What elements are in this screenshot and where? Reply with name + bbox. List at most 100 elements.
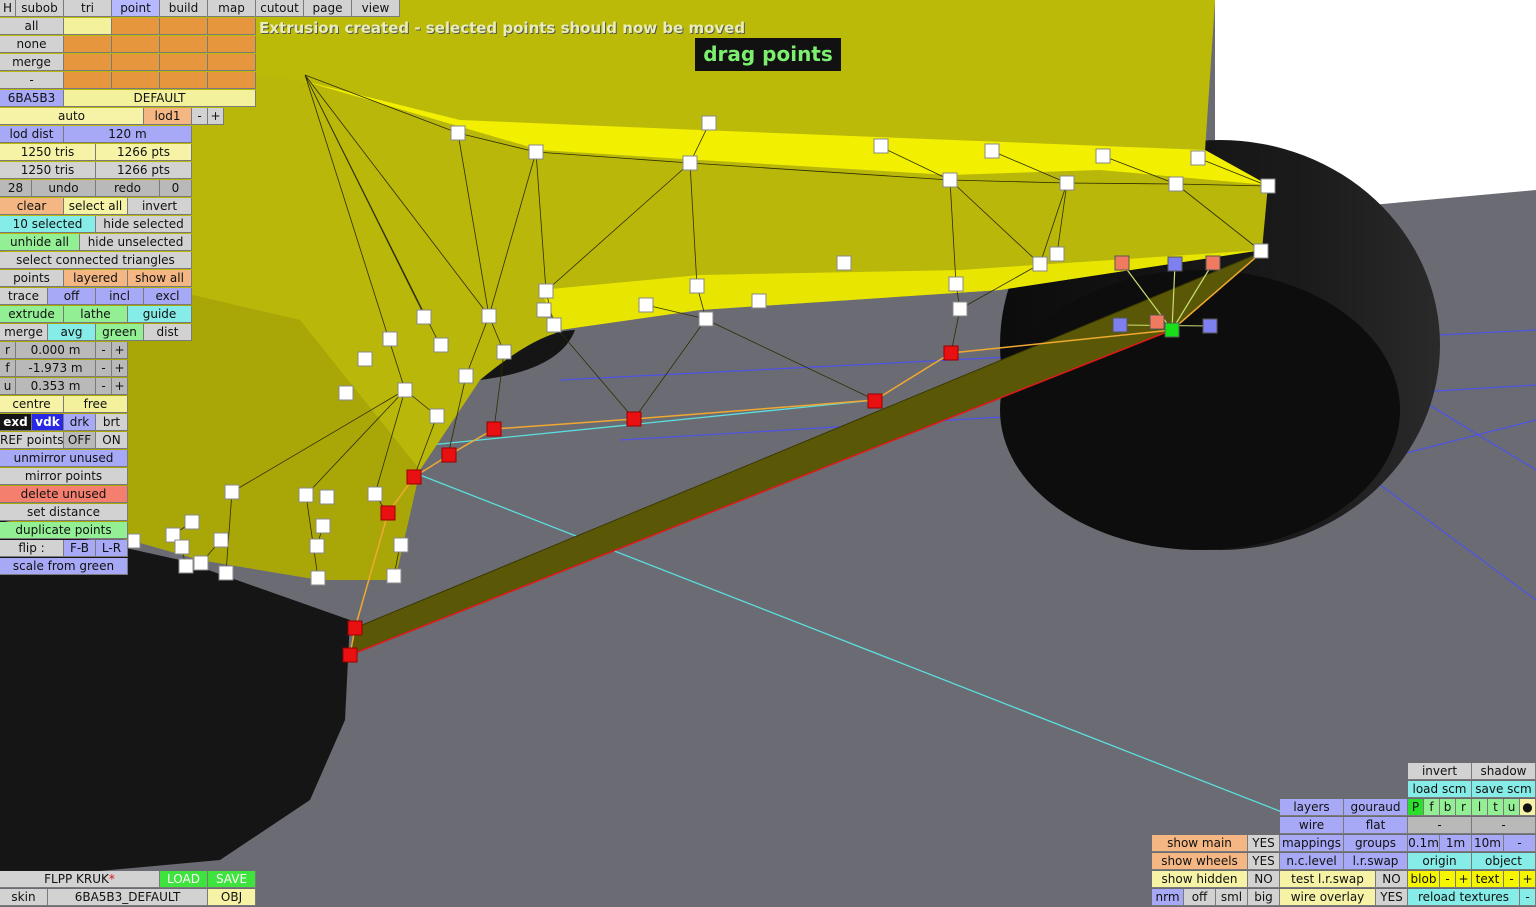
flag-t-toggle[interactable]: t [1488,799,1504,816]
invert-display-button[interactable]: invert [1408,763,1472,780]
grid-10m-button[interactable]: 10m [1472,835,1504,852]
grid-0.1m-button[interactable]: 0.1m [1408,835,1440,852]
hide-unselected-button[interactable]: hide unselected [80,234,192,251]
color-swatch[interactable] [112,36,160,53]
wire-overlay-button[interactable]: wire overlay [1280,889,1376,906]
scale-from-green-button[interactable]: scale from green [0,558,128,575]
free-button[interactable]: free [64,396,128,413]
dash-button[interactable]: - [1408,817,1472,834]
tab-subob[interactable]: subob [16,0,64,17]
wire-overlay-value[interactable]: YES [1376,889,1408,906]
show-hidden-value[interactable]: NO [1248,871,1280,888]
show-main-value[interactable]: YES [1248,835,1280,852]
reload-textures-button[interactable]: reload textures [1408,889,1520,906]
color-swatch[interactable] [64,18,112,35]
tab-tri[interactable]: tri [64,0,112,17]
select-all-button[interactable]: select all [64,198,128,215]
load-button[interactable]: LOAD [160,871,208,888]
clear-button[interactable]: clear [0,198,64,215]
mappings-button[interactable]: mappings [1280,835,1344,852]
color-swatch[interactable] [160,18,208,35]
h-button[interactable]: H [0,0,16,17]
color-swatch[interactable] [64,54,112,71]
unmirror-unused-button[interactable]: unmirror unused [0,450,128,467]
lod-plus-button[interactable]: + [208,108,224,125]
trace-excl-button[interactable]: excl [144,288,192,305]
gouraud-button[interactable]: gouraud [1344,799,1408,816]
layers-button[interactable]: layers [1280,799,1344,816]
wire-button[interactable]: wire [1280,817,1344,834]
blob-plus-button[interactable]: + [1456,871,1472,888]
color-swatch[interactable] [208,54,256,71]
object-button[interactable]: object [1472,853,1536,870]
show-main-label[interactable]: show main [1152,835,1248,852]
select-connected-button[interactable]: select connected triangles [0,252,192,269]
ref-points-on[interactable]: ON [96,432,128,449]
coord-f-plus[interactable]: + [112,360,128,377]
green-button[interactable]: green [96,324,144,341]
dash-button[interactable]: - [0,72,64,89]
lathe-button[interactable]: lathe [64,306,128,323]
invert-button[interactable]: invert [128,198,192,215]
reload-minus-button[interactable]: - [1520,889,1536,906]
flag-l-toggle[interactable]: l [1472,799,1488,816]
guide-button[interactable]: guide [128,306,192,323]
obj-button[interactable]: OBJ [208,889,256,906]
lr-swap-button[interactable]: l.r.swap [1344,853,1408,870]
text-minus-button[interactable]: - [1504,871,1520,888]
text-plus-button[interactable]: + [1520,871,1536,888]
nc-level-button[interactable]: n.c.level [1280,853,1344,870]
brt-button[interactable]: brt [96,414,128,431]
dot-icon[interactable]: ● [1520,799,1536,816]
extrude-button[interactable]: extrude [0,306,64,323]
tab-point[interactable]: point [112,0,160,17]
save-scm-button[interactable]: save scm [1472,781,1536,798]
points-button[interactable]: points [0,270,64,287]
shadow-button[interactable]: shadow [1472,763,1536,780]
coord-u-value[interactable]: 0.353 m [16,378,96,395]
flag-b-toggle[interactable]: b [1440,799,1456,816]
load-scm-button[interactable]: load scm [1408,781,1472,798]
duplicate-points-button[interactable]: duplicate points [0,522,128,539]
color-swatch[interactable] [64,36,112,53]
flip-lr-button[interactable]: L-R [96,540,128,557]
skin-name[interactable]: DEFAULT [64,90,256,107]
centre-button[interactable]: centre [0,396,64,413]
set-distance-button[interactable]: set distance [0,504,128,521]
file-name[interactable]: FLPP KRUK* [0,871,160,888]
tab-cutout[interactable]: cutout [256,0,304,17]
coord-r-minus[interactable]: - [96,342,112,359]
lod-minus-button[interactable]: - [192,108,208,125]
select-none-button[interactable]: none [0,36,64,53]
auto-button[interactable]: auto [0,108,144,125]
layered-button[interactable]: layered [64,270,128,287]
trace-off-button[interactable]: off [48,288,96,305]
mirror-points-button[interactable]: mirror points [0,468,128,485]
show-hidden-label[interactable]: show hidden [1152,871,1248,888]
groups-button[interactable]: groups [1344,835,1408,852]
flag-u-toggle[interactable]: u [1504,799,1520,816]
tab-view[interactable]: view [352,0,400,17]
tab-map[interactable]: map [208,0,256,17]
flag-p-toggle[interactable]: P [1408,799,1424,816]
coord-u-minus[interactable]: - [96,378,112,395]
coord-f-value[interactable]: -1.973 m [16,360,96,377]
show-all-button[interactable]: show all [128,270,192,287]
coord-u-plus[interactable]: + [112,378,128,395]
trace-button[interactable]: trace [0,288,48,305]
trace-incl-button[interactable]: incl [96,288,144,305]
big-button[interactable]: big [1248,889,1280,906]
dash-button[interactable]: - [1472,817,1536,834]
sml-button[interactable]: sml [1216,889,1248,906]
flag-f-toggle[interactable]: f [1424,799,1440,816]
exd-button[interactable]: exd [0,414,32,431]
color-swatch[interactable] [160,54,208,71]
off-button[interactable]: off [1184,889,1216,906]
blob-minus-button[interactable]: - [1440,871,1456,888]
save-button[interactable]: SAVE [208,871,256,888]
select-all-button[interactable]: all [0,18,64,35]
coord-r-value[interactable]: 0.000 m [16,342,96,359]
redo-button[interactable]: redo [96,180,160,197]
test-lr-swap-value[interactable]: NO [1376,871,1408,888]
show-wheels-value[interactable]: YES [1248,853,1280,870]
